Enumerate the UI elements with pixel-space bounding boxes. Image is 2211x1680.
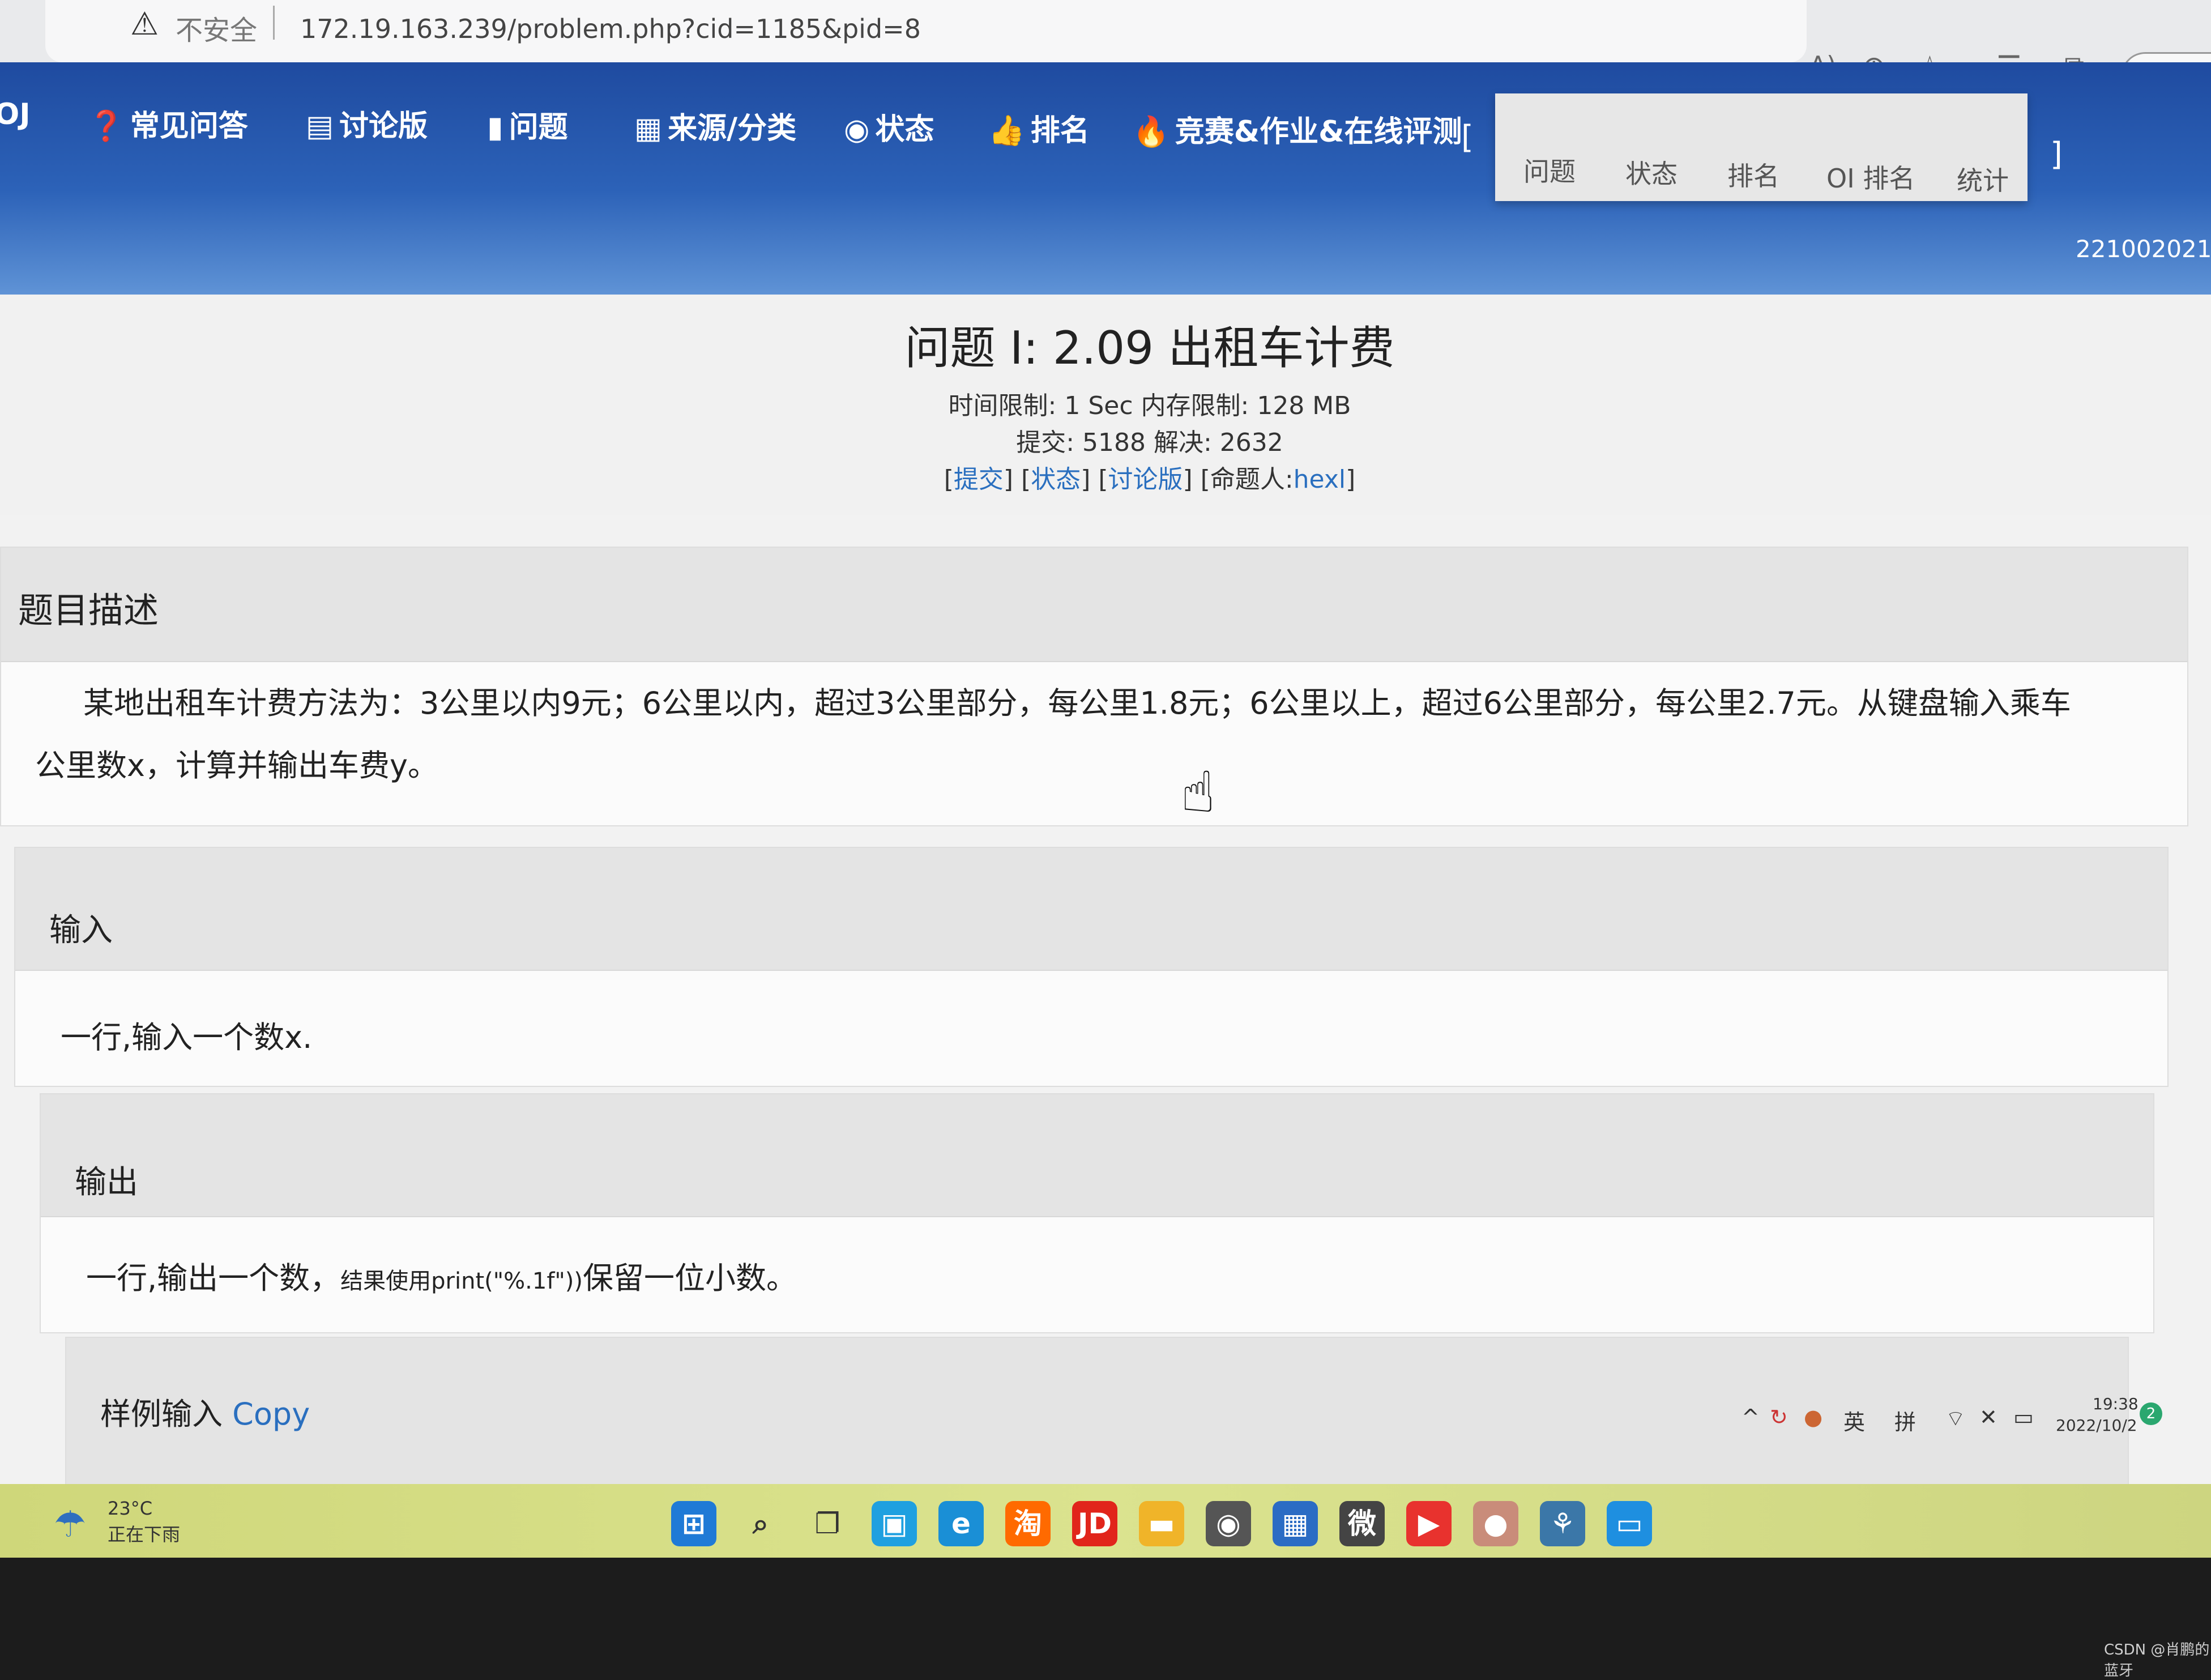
tray-chevron-icon[interactable]: ^ xyxy=(1742,1405,1760,1430)
clock-time[interactable]: 19:38 xyxy=(2093,1395,2139,1413)
sample-input-heading: 样例输入 Copy xyxy=(100,1396,310,1432)
search-icon[interactable]: ⌕ xyxy=(738,1501,783,1546)
description-panel: 题目描述 某地出租车计费方法为：3公里以内9元；6公里以内，超过3公里部分，每公… xyxy=(0,547,2188,826)
clock-date[interactable]: 2022/10/2 xyxy=(2056,1416,2137,1435)
app-icon[interactable]: 微 xyxy=(1339,1501,1385,1546)
thumbs-up-icon: 👍 xyxy=(988,114,1025,148)
tray-penguin-icon[interactable]: ● xyxy=(1804,1405,1822,1430)
subnav-oi-ranking[interactable]: OI 排名 xyxy=(1826,158,1915,195)
input-description: 一行,输入一个数x. xyxy=(61,1020,313,1055)
windows-start-icon[interactable]: ⊞ xyxy=(671,1501,716,1546)
bracket-close: ] xyxy=(2050,136,2063,173)
brand-logo[interactable]: OJ xyxy=(0,97,31,131)
subnav-statistics[interactable]: 统计 xyxy=(1957,160,2009,198)
nav-item-contest[interactable]: 🔥 竞赛&作业&在线评测 xyxy=(1133,108,1462,150)
jd-icon[interactable]: JD xyxy=(1072,1501,1117,1546)
description-heading: 题目描述 xyxy=(18,590,159,631)
weather-temperature: 23°C xyxy=(108,1498,153,1519)
play-circle-icon: ◉ xyxy=(844,113,870,147)
description-line-2: 公里数x，计算并输出车费y。 xyxy=(35,748,438,783)
status-link[interactable]: 状态 xyxy=(1031,465,1081,494)
discuss-link[interactable]: 讨论版 xyxy=(1108,465,1183,494)
output-panel: 输出 一行,输出一个数，结果使用print("%.1f"))保留一位小数。 xyxy=(40,1093,2154,1333)
edge-icon[interactable]: e xyxy=(938,1501,984,1546)
author-label: 命题人: xyxy=(1210,465,1294,494)
bracket-open: [ xyxy=(1461,119,1474,156)
file-explorer-icon[interactable]: ▬ xyxy=(1139,1501,1184,1546)
input-panel: 输入 一行,输入一个数x. xyxy=(14,847,2169,1087)
grid-icon: ▦ xyxy=(634,112,663,146)
remote-desktop-icon[interactable]: ▭ xyxy=(1607,1501,1652,1546)
warning-icon: ⚠ xyxy=(130,6,159,42)
list-icon: ▤ xyxy=(306,109,334,143)
book-icon: ▮ xyxy=(487,110,503,144)
battery-icon[interactable]: ▭ xyxy=(2013,1405,2034,1430)
site-navbar: OJ ❓ 常见问答 ▤ 讨论版 ▮ 问题 ▦ 来源/分类 ◉ 状态 👍 排名 🔥 竞赛&作业&… xyxy=(0,62,2211,295)
nav-item-status[interactable]: ◉ 状态 xyxy=(844,105,934,148)
task-view-icon[interactable]: ❐ xyxy=(805,1501,850,1546)
url-text[interactable]: 172.19.163.239/problem.php?cid=1185&pid=… xyxy=(300,14,921,44)
output-text-code: 结果使用print("%.1f")) xyxy=(340,1268,583,1294)
subnav-ranking[interactable]: 排名 xyxy=(1727,156,1779,193)
author-link[interactable]: hexl xyxy=(1294,465,1346,494)
address-bar[interactable]: ⚠ 不安全 172.19.163.239/problem.php?cid=118… xyxy=(45,0,1807,62)
description-header: 题目描述 xyxy=(1,548,2187,662)
nav-item-source[interactable]: ▦ 来源/分类 xyxy=(634,104,796,147)
taskbar: ☂ 23°C 正在下雨 ⊞ ⌕ ❐ ▣ e 淘 JD ▬ ◉ ▦ 微 ▶ ● ⚘ ▭ xyxy=(0,1484,2211,1558)
output-text-end: 保留一位小数。 xyxy=(583,1260,797,1296)
user-id[interactable]: 2210020217 xyxy=(2076,235,2211,263)
subnav-status[interactable]: 状态 xyxy=(1625,153,1678,191)
nav-item-discuss[interactable]: ▤ 讨论版 xyxy=(306,102,428,144)
fire-icon: 🔥 xyxy=(1133,115,1169,149)
address-separator xyxy=(273,6,275,40)
hand-cursor-icon: ☝ xyxy=(1181,759,1215,825)
bilibili-icon[interactable]: ▣ xyxy=(872,1501,917,1546)
tray-ime[interactable]: 拼 xyxy=(1894,1405,1916,1436)
input-heading: 输入 xyxy=(49,912,113,949)
problem-links: [提交] [状态] [讨论版] [命题人:hexl] xyxy=(944,465,1356,494)
watermark: CSDN @肖鹏的蓝牙 xyxy=(2104,1641,2210,1679)
nav-item-problems[interactable]: ▮ 问题 xyxy=(487,103,568,146)
copy-link[interactable]: Copy xyxy=(232,1396,310,1432)
problem-title: 问题 I: 2.09 出租车计费 xyxy=(904,322,1395,374)
description-line-1: 某地出租车计费方法为：3公里以内9元；6公里以内，超过3公里部分，每公里1.8元… xyxy=(83,685,2071,721)
tray-app-icon[interactable]: ↻ xyxy=(1770,1405,1788,1430)
python-icon[interactable]: ⚘ xyxy=(1540,1501,1585,1546)
insecure-label[interactable]: 不安全 xyxy=(176,8,257,48)
screen: ⚠ 不安全 172.19.163.239/problem.php?cid=118… xyxy=(0,0,2211,1558)
question-circle-icon: ❓ xyxy=(88,109,125,143)
video-icon[interactable]: ▶ xyxy=(1406,1501,1452,1546)
input-header: 输入 xyxy=(15,848,2167,971)
weather-status: 正在下雨 xyxy=(108,1524,181,1545)
output-header: 输出 xyxy=(41,1094,2153,1217)
nav-item-faq[interactable]: ❓ 常见问答 xyxy=(88,102,248,144)
tray-language[interactable]: 英 xyxy=(1843,1405,1865,1436)
taobao-icon[interactable]: 淘 xyxy=(1005,1501,1051,1546)
nav-item-ranking[interactable]: 👍 排名 xyxy=(988,106,1090,149)
store-icon[interactable]: ▦ xyxy=(1273,1501,1318,1546)
submit-link[interactable]: 提交 xyxy=(954,465,1004,494)
subnav-problems[interactable]: 问题 xyxy=(1523,151,1576,189)
problem-stats: 提交: 5188 解决: 2632 xyxy=(1016,428,1283,457)
problem-header: 问题 I: 2.09 出租车计费 时间限制: 1 Sec 内存限制: 128 M… xyxy=(0,295,2211,515)
avatar-app-icon[interactable]: ● xyxy=(1473,1501,1518,1546)
output-text-main: 一行,输出一个数， xyxy=(86,1260,341,1296)
problem-limits: 时间限制: 1 Sec 内存限制: 128 MB xyxy=(948,391,1351,420)
output-description: 一行,输出一个数，结果使用print("%.1f"))保留一位小数。 xyxy=(86,1253,797,1298)
rain-umbrella-icon[interactable]: ☂ xyxy=(54,1504,86,1546)
wifi-icon[interactable]: ⌔ xyxy=(1945,1405,1966,1432)
output-heading: 输出 xyxy=(75,1164,138,1201)
notification-badge[interactable]: 2 xyxy=(2140,1402,2162,1425)
camera-icon[interactable]: ◉ xyxy=(1206,1501,1251,1546)
contest-subnav: 问题 状态 排名 OI 排名 统计 xyxy=(1495,93,2028,201)
mute-icon[interactable]: ✕ xyxy=(1979,1405,1997,1430)
